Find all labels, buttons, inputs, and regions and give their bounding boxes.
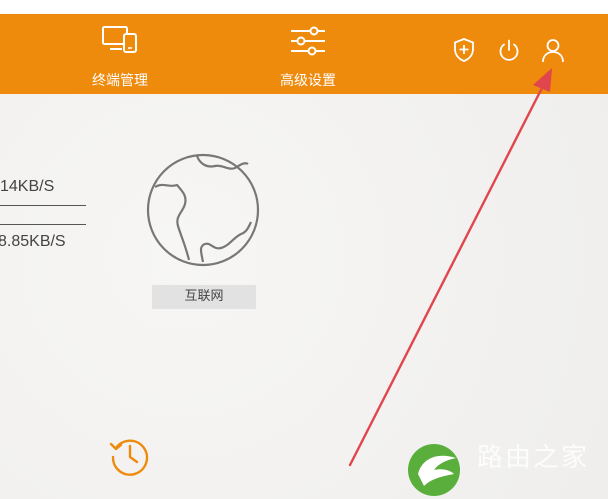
speed-divider-lower bbox=[0, 224, 86, 225]
speed-divider bbox=[0, 205, 86, 206]
nav-advanced-settings-label: 高级设置 bbox=[280, 73, 336, 89]
upload-speed: 14KB/S bbox=[0, 178, 55, 195]
nav-advanced-settings[interactable]: 高级设置 bbox=[268, 14, 348, 94]
power-button[interactable] bbox=[495, 36, 523, 64]
power-icon bbox=[499, 39, 519, 61]
nav-terminal-management[interactable]: 终端管理 bbox=[80, 14, 160, 94]
user-icon bbox=[542, 39, 564, 63]
title-strip bbox=[0, 0, 608, 14]
leaf-logo bbox=[408, 444, 460, 496]
sliders-icon bbox=[288, 24, 328, 62]
user-button[interactable] bbox=[539, 36, 567, 64]
globe-icon[interactable] bbox=[145, 152, 261, 268]
internet-label: 互联网 bbox=[152, 285, 256, 309]
history-icon[interactable] bbox=[108, 434, 152, 478]
devices-icon bbox=[100, 24, 140, 62]
security-button[interactable] bbox=[450, 36, 478, 64]
watermark-text: 路由之家 bbox=[477, 443, 590, 473]
download-speed: 8.85KB/S bbox=[0, 233, 66, 250]
shield-plus-icon bbox=[454, 38, 474, 62]
nav-terminal-management-label: 终端管理 bbox=[92, 73, 148, 89]
top-header: 终端管理 高级设置 bbox=[0, 14, 608, 94]
